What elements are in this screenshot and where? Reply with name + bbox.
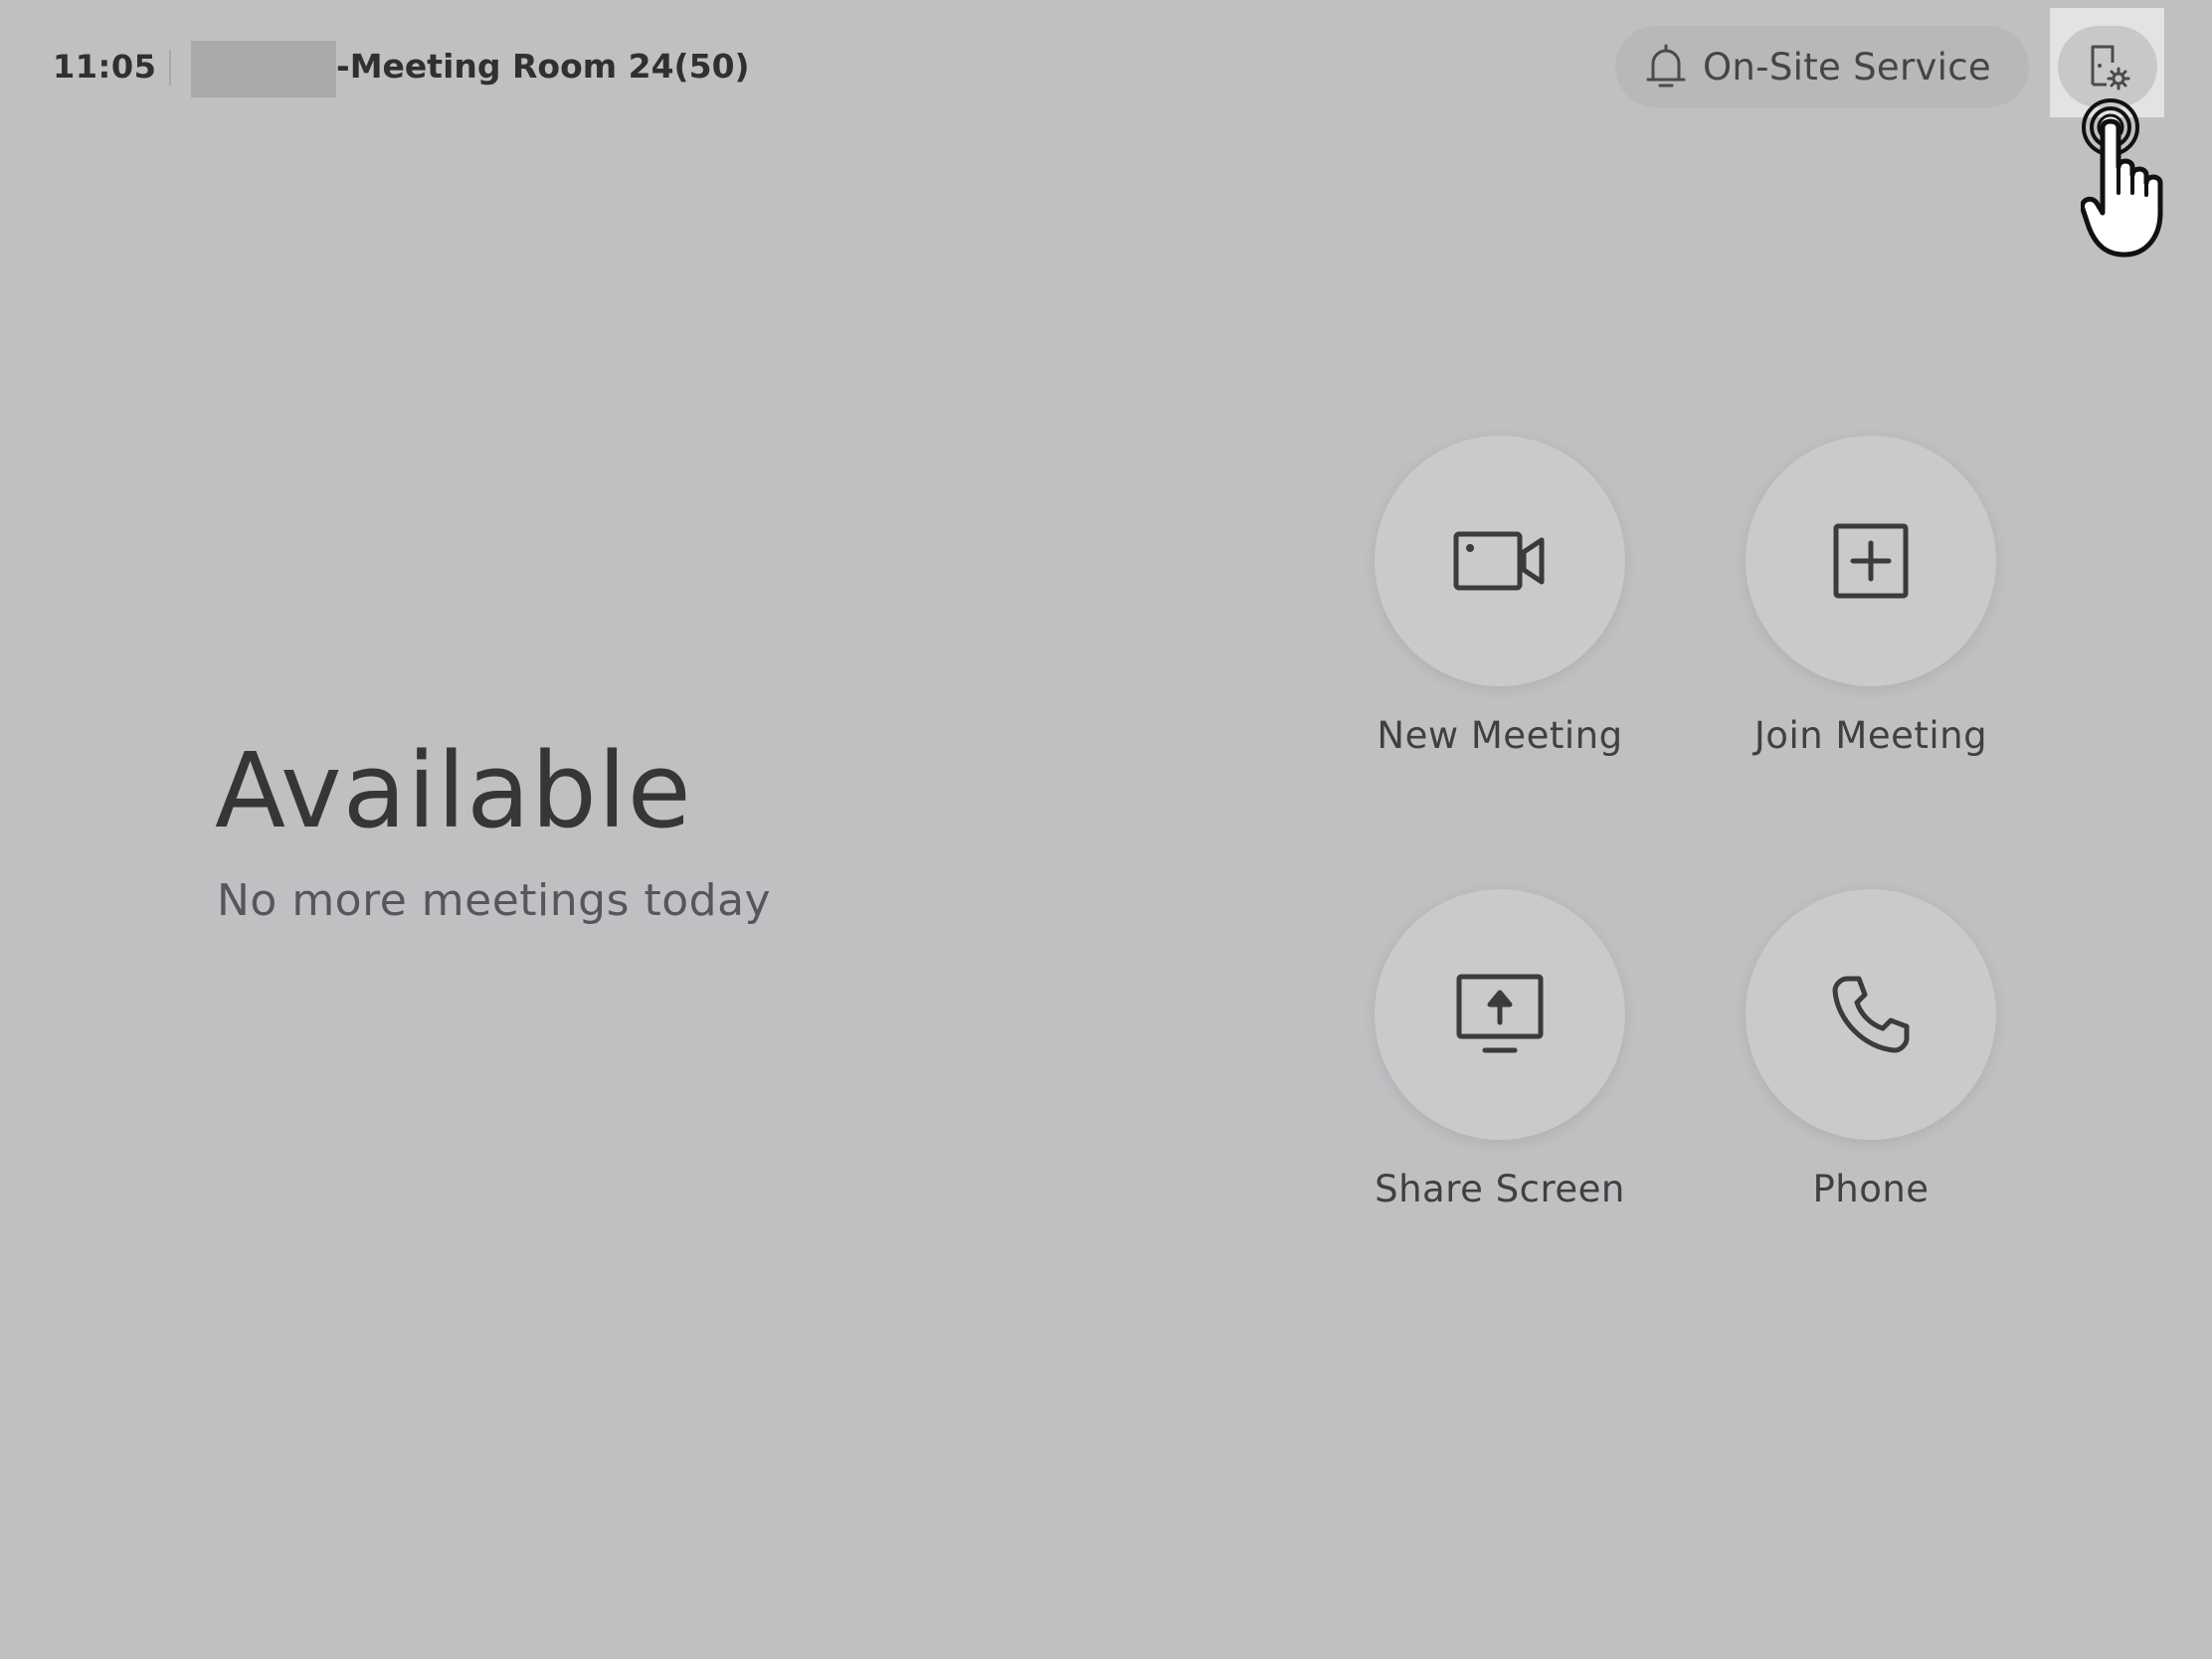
join-meeting-button[interactable]: Join Meeting — [1707, 436, 2035, 757]
phone-label: Phone — [1812, 1168, 1930, 1210]
share-screen-label: Share Screen — [1375, 1168, 1625, 1210]
device-settings-icon — [2091, 45, 2130, 91]
phone-button[interactable]: Phone — [1707, 889, 2035, 1210]
phone-circle[interactable] — [1746, 889, 1996, 1140]
header-divider — [169, 50, 171, 86]
new-meeting-label: New Meeting — [1377, 714, 1623, 757]
share-screen-button[interactable]: Share Screen — [1336, 889, 1664, 1210]
new-meeting-circle[interactable] — [1375, 436, 1625, 686]
hand-pointer-cursor-icon — [2081, 98, 2163, 258]
room-display-screen: 11:05 -Meeting Room 24(50) On-Site Servi… — [0, 0, 2212, 1659]
share-screen-icon — [1456, 974, 1544, 1053]
join-meeting-label: Join Meeting — [1753, 714, 1988, 757]
new-meeting-button[interactable]: New Meeting — [1336, 436, 1664, 757]
room-status-subtitle: No more meetings today — [217, 875, 772, 926]
plus-square-icon — [1833, 523, 1909, 599]
on-site-service-button[interactable]: On-Site Service — [1615, 26, 2029, 107]
share-screen-circle[interactable] — [1375, 889, 1625, 1140]
bell-icon — [1646, 44, 1686, 88]
video-camera-icon — [1453, 531, 1545, 591]
room-name: -Meeting Room 24(50) — [336, 47, 750, 86]
top-bar: 11:05 -Meeting Room 24(50) On-Site Servi… — [0, 0, 2212, 139]
room-status-title: Available — [215, 730, 692, 851]
device-settings-button[interactable] — [2058, 26, 2157, 107]
on-site-service-label: On-Site Service — [1703, 45, 1991, 89]
join-meeting-circle[interactable] — [1746, 436, 1996, 686]
phone-icon — [1832, 976, 1910, 1053]
redacted-building-name — [191, 41, 336, 97]
clock: 11:05 — [53, 48, 157, 86]
